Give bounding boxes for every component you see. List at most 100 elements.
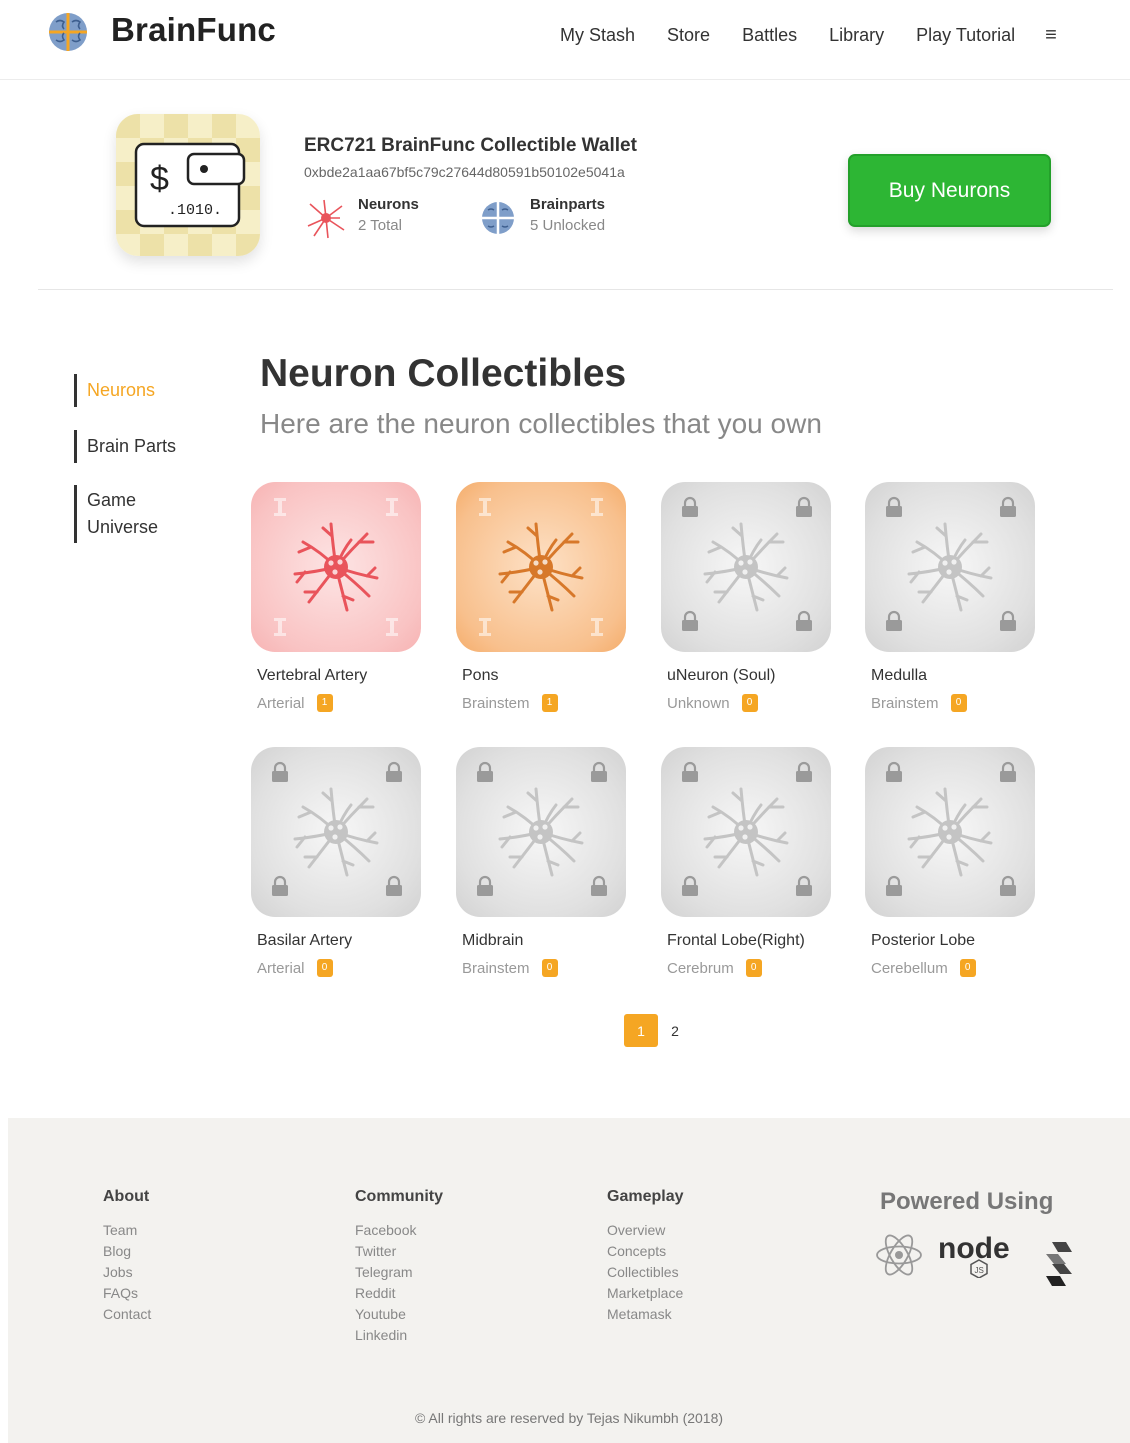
svg-text:.1010.: .1010.: [168, 202, 222, 219]
brain-logo-icon[interactable]: [46, 10, 90, 54]
corner-ornament-icon: [271, 616, 289, 638]
neuron-card-tile[interactable]: [251, 482, 421, 652]
footer-link-metamask[interactable]: Metamask: [607, 1304, 683, 1325]
footer: About Team Blog Jobs FAQs Contact Commun…: [8, 1118, 1130, 1443]
brand-name[interactable]: BrainFunc: [111, 11, 276, 49]
neuron-card[interactable]: Posterior Lobe Cerebellum 0: [865, 747, 1055, 977]
count-badge: 0: [741, 694, 758, 712]
footer-link-twitter[interactable]: Twitter: [355, 1241, 443, 1262]
corner-ornament-icon: [476, 496, 494, 518]
neuron-card-meta: Cerebellum 0: [865, 959, 1055, 977]
lock-icon: [793, 875, 815, 897]
lock-icon: [793, 610, 815, 632]
neuron-card-meta: Cerebrum 0: [661, 959, 851, 977]
side-nav: Neurons Brain Parts Game Universe: [74, 374, 234, 543]
lock-icon: [679, 496, 701, 518]
lock-icon: [588, 875, 610, 897]
neuron-card-tile[interactable]: [865, 747, 1035, 917]
count-badge: 0: [541, 959, 558, 977]
neuron-card-tile[interactable]: [661, 747, 831, 917]
lock-icon: [883, 610, 905, 632]
lock-icon: [679, 875, 701, 897]
corner-ornament-icon: [476, 616, 494, 638]
neuron-card[interactable]: Midbrain Brainstem 0: [456, 747, 646, 977]
stat-neurons: Neurons 2 Total: [304, 196, 419, 240]
footer-link-youtube[interactable]: Youtube: [355, 1304, 443, 1325]
neuron-card[interactable]: Medulla Brainstem 0: [865, 482, 1055, 712]
neuron-card-meta: Arterial 1: [251, 694, 441, 712]
svg-text:JS: JS: [975, 1266, 984, 1275]
lock-icon: [588, 761, 610, 783]
neuron-card[interactable]: Frontal Lobe(Right) Cerebrum 0: [661, 747, 851, 977]
svg-text:$: $: [150, 160, 169, 198]
stat-neurons-label: Neurons: [358, 196, 419, 213]
footer-col-gameplay: Gameplay Overview Concepts Collectibles …: [607, 1188, 683, 1325]
neuron-card[interactable]: uNeuron (Soul) Unknown 0: [661, 482, 851, 712]
nav-store[interactable]: Store: [667, 25, 710, 46]
page-title: Neuron Collectibles: [260, 352, 627, 395]
lock-icon: [793, 496, 815, 518]
neuron-card-tile[interactable]: [456, 482, 626, 652]
sidenav-item-game-universe[interactable]: Game Universe: [74, 485, 174, 543]
neuron-icon: [907, 522, 993, 612]
section-divider: [38, 289, 1113, 290]
page-2-button[interactable]: 2: [658, 1014, 692, 1047]
sidenav-item-brain-parts[interactable]: Brain Parts: [74, 430, 234, 463]
neuron-card-name: Basilar Artery: [257, 932, 353, 949]
page-1-button[interactable]: 1: [624, 1014, 658, 1047]
sidenav-item-neurons[interactable]: Neurons: [74, 374, 234, 407]
neuron-icon: [498, 522, 584, 612]
footer-link-contact[interactable]: Contact: [103, 1304, 151, 1325]
nav-battles[interactable]: Battles: [742, 25, 797, 46]
footer-link-blog[interactable]: Blog: [103, 1241, 151, 1262]
copyright-text: © All rights are reserved by Tejas Nikum…: [414, 1410, 724, 1426]
footer-link-reddit[interactable]: Reddit: [355, 1283, 443, 1304]
neuron-card[interactable]: Pons Brainstem 1: [456, 482, 646, 712]
brain-icon: [482, 202, 514, 234]
neuron-icon: [293, 522, 379, 612]
footer-heading-about: About: [103, 1188, 150, 1205]
footer-link-team[interactable]: Team: [103, 1220, 151, 1241]
lock-icon: [474, 761, 496, 783]
neuron-card-tile[interactable]: [661, 482, 831, 652]
neuron-card-meta: Brainstem 0: [456, 959, 646, 977]
footer-heading-gameplay: Gameplay: [607, 1188, 684, 1205]
neuron-icon: [293, 787, 379, 877]
neuron-card-name: Vertebral Artery: [257, 667, 368, 684]
buy-neurons-button[interactable]: Buy Neurons: [848, 154, 1051, 227]
neuron-card-category: Brainstem: [871, 694, 939, 712]
solidity-icon: [1046, 1242, 1072, 1286]
top-header: BrainFunc My Stash Store Battles Library…: [0, 0, 1130, 80]
neuron-card-tile[interactable]: [251, 747, 421, 917]
neuron-card[interactable]: Basilar Artery Arterial 0: [251, 747, 441, 977]
neuron-icon: [703, 522, 789, 612]
neuron-card-category: Brainstem: [462, 959, 530, 977]
footer-link-concepts[interactable]: Concepts: [607, 1241, 683, 1262]
footer-link-facebook[interactable]: Facebook: [355, 1220, 443, 1241]
neuron-card-tile[interactable]: [456, 747, 626, 917]
footer-link-overview[interactable]: Overview: [607, 1220, 683, 1241]
nav-library[interactable]: Library: [829, 25, 884, 46]
footer-link-faqs[interactable]: FAQs: [103, 1283, 151, 1304]
stat-neurons-value: 2 Total: [358, 217, 402, 234]
footer-link-telegram[interactable]: Telegram: [355, 1262, 443, 1283]
hamburger-icon[interactable]: ≡: [1045, 24, 1057, 47]
lock-icon: [679, 761, 701, 783]
nav-play-tutorial[interactable]: Play Tutorial: [916, 25, 1015, 46]
footer-link-collectibles[interactable]: Collectibles: [607, 1262, 683, 1283]
main-nav: My Stash Store Battles Library Play Tuto…: [560, 24, 1057, 47]
neuron-card-category: Unknown: [667, 694, 730, 712]
neuron-card-name: Medulla: [871, 667, 928, 684]
neuron-card-meta: Unknown 0: [661, 694, 851, 712]
footer-link-jobs[interactable]: Jobs: [103, 1262, 151, 1283]
lock-icon: [474, 875, 496, 897]
corner-ornament-icon: [588, 496, 606, 518]
neuron-card-tile[interactable]: [865, 482, 1035, 652]
lock-icon: [269, 761, 291, 783]
nav-my-stash[interactable]: My Stash: [560, 25, 635, 46]
footer-link-marketplace[interactable]: Marketplace: [607, 1283, 683, 1304]
neuron-card[interactable]: Vertebral Artery Arterial 1: [251, 482, 441, 712]
neuron-icon: [307, 199, 345, 239]
lock-icon: [997, 875, 1019, 897]
footer-link-linkedin[interactable]: Linkedin: [355, 1325, 443, 1346]
